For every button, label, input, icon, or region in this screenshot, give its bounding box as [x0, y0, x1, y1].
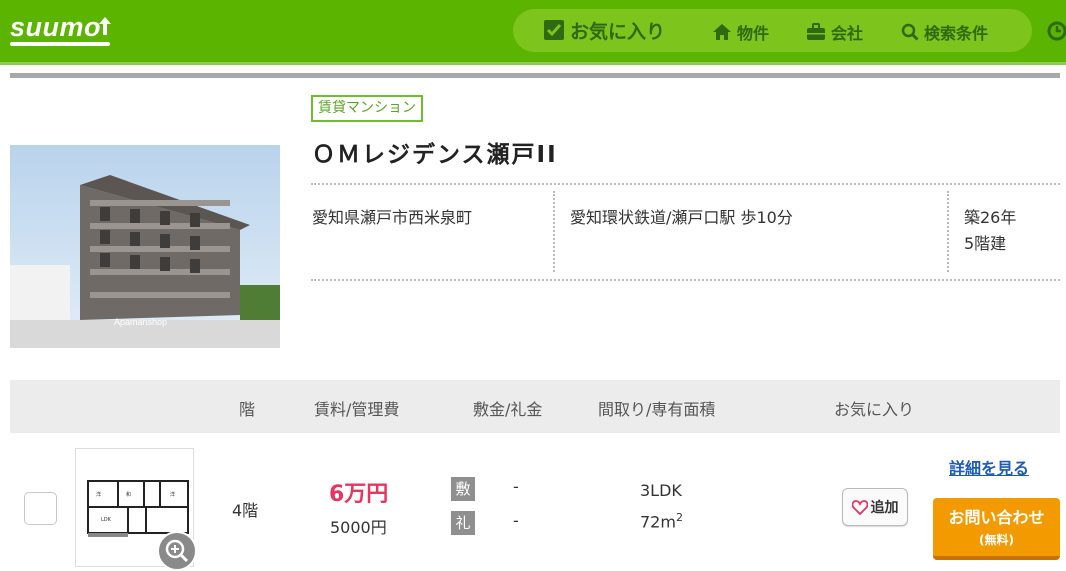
room-key-money: -: [513, 511, 519, 530]
zoom-in-icon: [165, 539, 189, 563]
room-area-unit-sup: 2: [675, 511, 683, 524]
nav-favorites-label: お気に入り: [570, 20, 666, 43]
header-floor: 階: [239, 400, 256, 419]
room-layout: 3LDK: [640, 481, 682, 500]
room-select-checkbox[interactable]: [24, 492, 57, 525]
room-area-value: 72m: [640, 512, 676, 532]
property-name[interactable]: ＯＭレジデンス瀬戸II: [312, 135, 558, 169]
header-deposit-key: 敷金/礼金: [473, 400, 543, 419]
room-management-fee: 5000円: [330, 518, 387, 537]
header-favorite: お気に入り: [834, 400, 915, 419]
deposit-tag: 敷: [451, 477, 475, 501]
checkbox-icon: [544, 20, 564, 40]
inquiry-label: お問い合わせ: [948, 508, 1045, 527]
logo-arrow-icon: [99, 17, 111, 35]
property-type-badge: 賃貸マンション: [311, 95, 423, 122]
logo-underline: [10, 42, 110, 46]
info-divider-2: [947, 191, 949, 272]
info-divider-bottom: [311, 279, 1060, 281]
header-shadow: [0, 62, 1066, 65]
view-details-link[interactable]: 詳細を見る: [949, 455, 1029, 479]
building-photo: Apamanshop: [10, 145, 280, 348]
property-access: 愛知環状鉄道/瀬戸口駅 歩10分: [570, 208, 793, 227]
room-deposit: -: [513, 477, 519, 496]
history-icon[interactable]: [1046, 20, 1066, 42]
property-age: 築26年: [964, 208, 1017, 227]
nav-search-conditions[interactable]: 検索条件: [901, 20, 988, 44]
svg-text:和: 和: [126, 491, 131, 498]
briefcase-icon: [807, 23, 825, 40]
photo-watermark: Apamanshop: [114, 317, 167, 327]
svg-text:洋: 洋: [170, 491, 175, 498]
property-address: 愛知県瀬戸市西米泉町: [312, 208, 473, 227]
key-money-tag: 礼: [451, 511, 475, 535]
nav-properties-label: 物件: [737, 24, 770, 43]
section-divider: [10, 73, 1060, 78]
nav-favorites[interactable]: お気に入り: [543, 18, 666, 43]
info-divider-top: [311, 183, 1060, 185]
inquiry-button[interactable]: お問い合わせ (無料): [933, 498, 1060, 560]
nav-companies[interactable]: 会社: [806, 20, 863, 44]
house-icon: [713, 24, 731, 40]
info-divider-1: [553, 191, 555, 272]
inquiry-free-note: (無料): [979, 533, 1014, 547]
room-rent: 6万円: [329, 482, 389, 507]
property-floors: 5階建: [964, 234, 1007, 253]
add-favorite-button[interactable]: 追加: [842, 488, 908, 526]
header-rent-fee: 賃料/管理費: [314, 400, 400, 419]
property-photo[interactable]: Apamanshop: [10, 145, 280, 348]
heart-icon: [851, 499, 868, 515]
zoom-floorplan-button[interactable]: [157, 531, 197, 571]
search-icon: [901, 23, 919, 41]
header-layout-area: 間取り/専有面積: [598, 400, 716, 419]
nav-companies-label: 会社: [831, 24, 864, 43]
nav-search-conditions-label: 検索条件: [924, 24, 989, 43]
svg-text:LDK: LDK: [101, 517, 112, 523]
room-area: 72m2: [640, 511, 683, 531]
suumo-logo[interactable]: suumo: [10, 12, 101, 43]
nav-properties[interactable]: 物件: [712, 20, 769, 44]
room-floor: 4階: [232, 501, 259, 520]
svg-text:洋: 洋: [96, 491, 101, 498]
add-favorite-label: 追加: [870, 500, 899, 516]
